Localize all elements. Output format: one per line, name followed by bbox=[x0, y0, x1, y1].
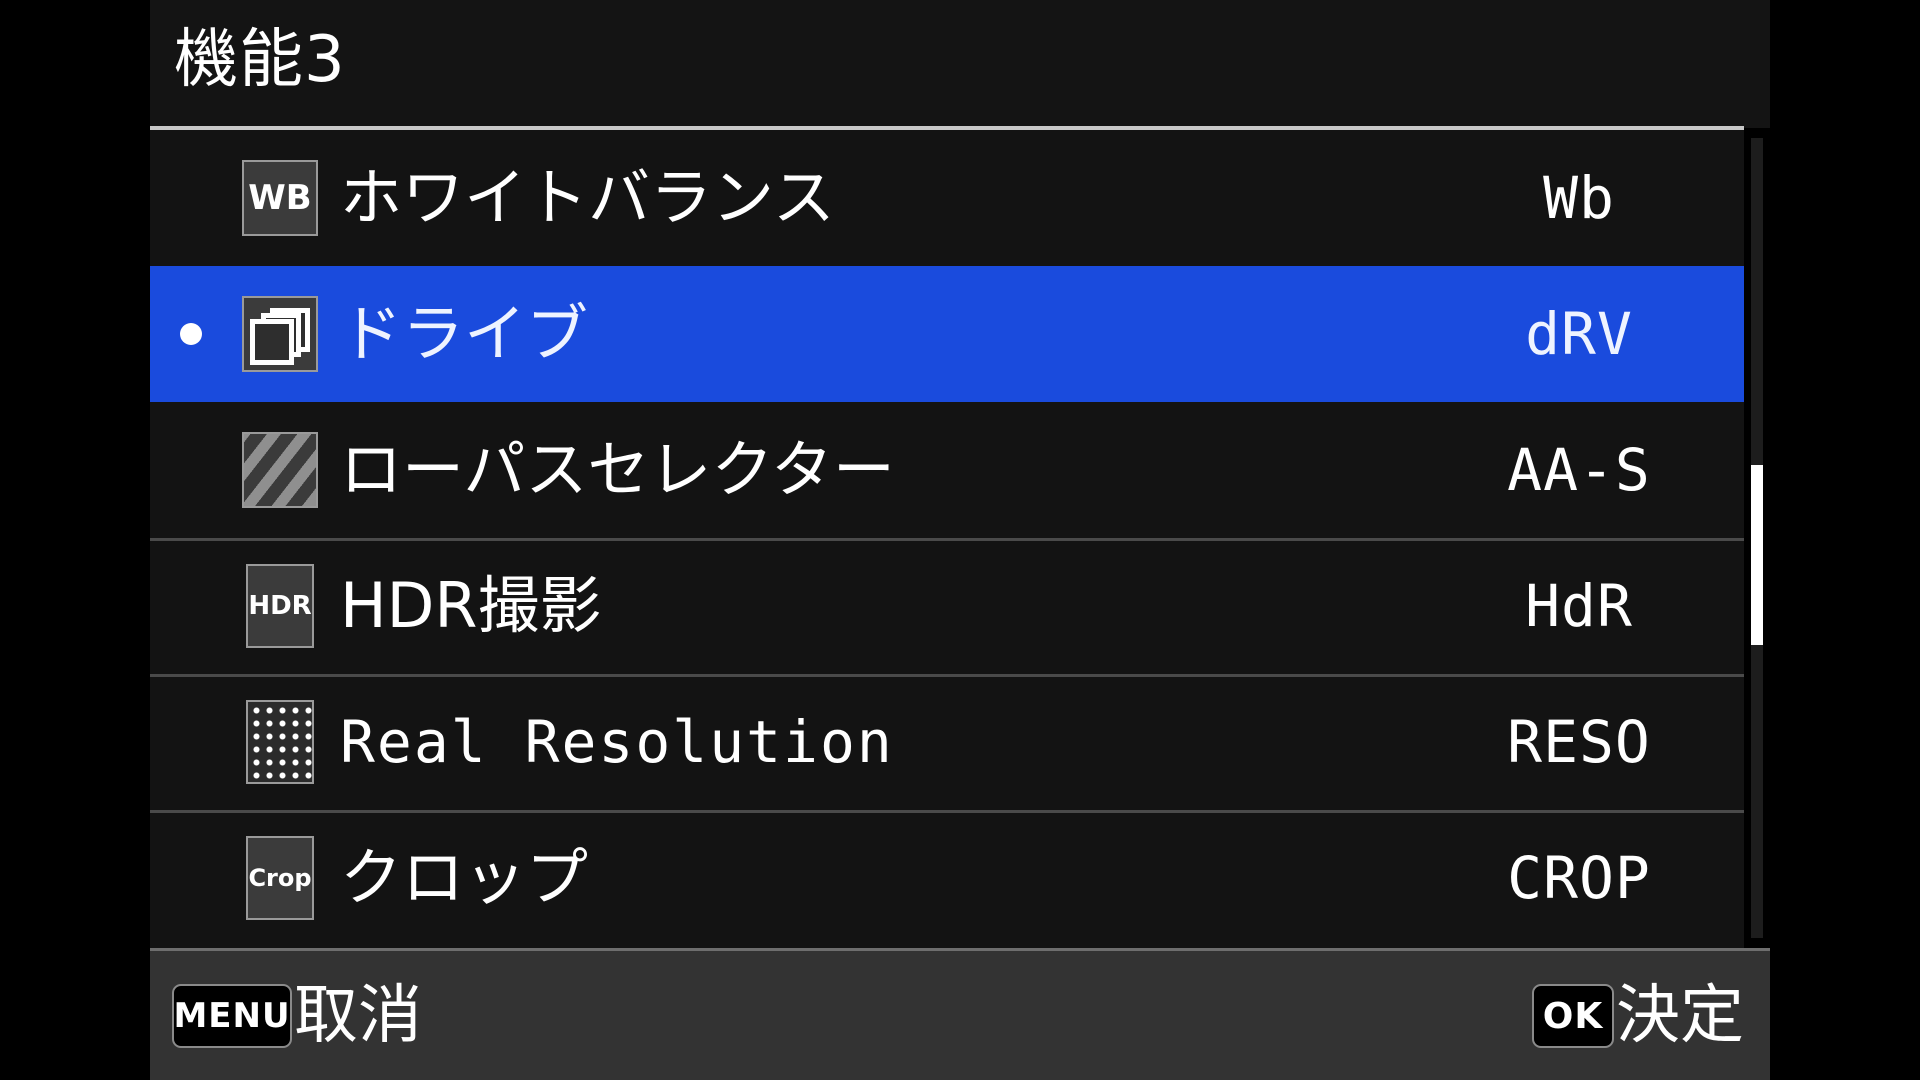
menu-item-abbr: RESO bbox=[1507, 708, 1651, 776]
white-balance-icon: WB bbox=[242, 160, 318, 236]
icon-cell: HDR bbox=[232, 564, 328, 648]
confirm-label: 決定 bbox=[1616, 979, 1744, 1053]
menu-item-label: Real Resolution bbox=[340, 708, 894, 776]
menu-panel: 機能3 WB ホワイトバランス Wb ドライブ dRV ローパスセレクター AA… bbox=[150, 0, 1770, 1080]
menu-item-abbr: CROP bbox=[1507, 844, 1651, 912]
menu-item-label: ローパスセレクター bbox=[340, 433, 895, 506]
cancel-label: 取消 bbox=[294, 979, 422, 1053]
menu-item-label: ドライブ bbox=[340, 297, 589, 370]
menu-item-crop[interactable]: Crop クロップ CROP bbox=[150, 810, 1744, 946]
selection-bullet-cell bbox=[150, 323, 232, 345]
cancel-hint[interactable]: MENU 取消 bbox=[172, 974, 422, 1058]
drive-mode-icon bbox=[242, 296, 318, 372]
real-resolution-icon bbox=[246, 700, 314, 784]
menu-item-hdr[interactable]: HDR HDR撮影 HdR bbox=[150, 538, 1744, 674]
drive-stack-glyph bbox=[244, 298, 316, 370]
menu-item-label: HDR撮影 bbox=[340, 569, 602, 642]
icon-cell: Crop bbox=[232, 836, 328, 920]
menu-item-low-pass-selector[interactable]: ローパスセレクター AA-S bbox=[150, 402, 1744, 538]
hdr-icon-text: HDR bbox=[248, 591, 312, 621]
selection-bullet bbox=[180, 731, 202, 753]
selection-bullet bbox=[180, 595, 202, 617]
footer-hint-bar: MENU 取消 OK 決定 bbox=[150, 948, 1770, 1080]
menu-item-abbr: dRV bbox=[1525, 300, 1633, 368]
menu-item-abbr: Wb bbox=[1543, 164, 1615, 232]
menu-item-white-balance[interactable]: WB ホワイトバランス Wb bbox=[150, 130, 1744, 266]
selection-bullet-cell bbox=[150, 187, 232, 209]
selection-bullet-cell bbox=[150, 867, 232, 889]
confirm-hint[interactable]: OK 決定 bbox=[1532, 974, 1744, 1058]
menu-header: 機能3 bbox=[150, 0, 1770, 130]
scrollbar-thumb[interactable] bbox=[1751, 465, 1763, 645]
selection-bullet-cell bbox=[150, 595, 232, 617]
menu-item-label: クロップ bbox=[340, 841, 589, 914]
menu-button-key-icon: MENU bbox=[172, 984, 292, 1048]
page-title: 機能3 bbox=[174, 23, 346, 97]
selection-bullet-cell bbox=[150, 731, 232, 753]
menu-item-abbr: HdR bbox=[1525, 572, 1633, 640]
white-balance-icon-text: WB bbox=[248, 178, 312, 218]
dot-grid-glyph bbox=[248, 702, 312, 782]
menu-item-label: ホワイトバランス bbox=[340, 161, 835, 234]
selection-bullet bbox=[180, 187, 202, 209]
icon-cell: WB bbox=[232, 160, 328, 236]
crop-icon: Crop bbox=[246, 836, 314, 920]
ok-button-key-icon: OK bbox=[1532, 984, 1614, 1048]
low-pass-filter-icon bbox=[242, 432, 318, 508]
menu-item-abbr: AA-S bbox=[1507, 436, 1651, 504]
hdr-icon: HDR bbox=[246, 564, 314, 648]
scrollbar[interactable] bbox=[1744, 130, 1770, 948]
footer-divider bbox=[150, 948, 1770, 951]
crop-icon-text: Crop bbox=[248, 864, 312, 892]
selection-bullet-cell bbox=[150, 459, 232, 481]
icon-cell bbox=[232, 296, 328, 372]
menu-list: WB ホワイトバランス Wb ドライブ dRV ローパスセレクター AA-S H… bbox=[150, 130, 1744, 948]
diagonal-stripes-glyph bbox=[244, 434, 316, 506]
selection-bullet bbox=[180, 867, 202, 889]
selection-bullet bbox=[180, 459, 202, 481]
selection-bullet bbox=[180, 323, 202, 345]
menu-item-drive[interactable]: ドライブ dRV bbox=[150, 266, 1744, 402]
icon-cell bbox=[232, 432, 328, 508]
menu-item-real-resolution[interactable]: Real Resolution RESO bbox=[150, 674, 1744, 810]
camera-lcd-screen: 機能3 WB ホワイトバランス Wb ドライブ dRV ローパスセレクター AA… bbox=[0, 0, 1920, 1080]
icon-cell bbox=[232, 700, 328, 784]
